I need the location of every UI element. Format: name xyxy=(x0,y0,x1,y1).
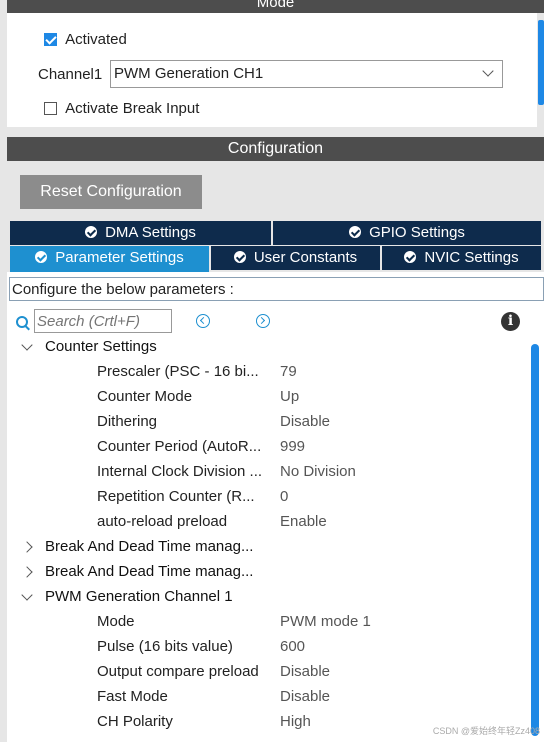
parameter-scrollbar[interactable] xyxy=(531,344,539,736)
param-value[interactable]: Disable xyxy=(280,409,330,434)
param-name: Repetition Counter (R... xyxy=(97,488,255,505)
break-input-label: Activate Break Input xyxy=(65,99,200,117)
check-circle-icon xyxy=(233,251,246,263)
tree-group-counter-settings[interactable]: Counter Settings xyxy=(7,334,527,359)
param-value[interactable]: 79 xyxy=(280,359,297,384)
table-row[interactable]: auto-reload preload Enable xyxy=(7,509,527,534)
check-circle-icon xyxy=(85,226,98,238)
tab-gpio-settings-label: GPIO Settings xyxy=(369,224,465,241)
table-row[interactable]: Fast Mode Disable xyxy=(7,684,527,709)
activated-label: Activated xyxy=(65,30,127,48)
configuration-header: Configuration xyxy=(7,137,544,161)
break-input-row[interactable]: Activate Break Input xyxy=(44,99,199,117)
parameter-tree: Counter Settings Prescaler (PSC - 16 bi.… xyxy=(7,334,527,742)
tab-nvic-settings-label: NVIC Settings xyxy=(424,249,519,266)
break-input-checkbox[interactable] xyxy=(44,101,57,115)
tab-dma-settings[interactable]: DMA Settings xyxy=(10,221,271,245)
tab-parameter-settings-label: Parameter Settings xyxy=(55,249,184,266)
configuration-title: Configuration xyxy=(227,140,324,157)
param-name: Internal Clock Division ... xyxy=(97,463,263,480)
activated-row[interactable]: Activated xyxy=(44,30,127,48)
mode-title: Mode xyxy=(256,0,295,11)
param-value[interactable]: Up xyxy=(280,384,299,409)
next-result-button[interactable] xyxy=(256,314,270,328)
table-row[interactable]: Counter Mode Up xyxy=(7,384,527,409)
tab-user-constants[interactable]: User Constants xyxy=(211,246,380,270)
reset-configuration-label: Reset Configuration xyxy=(40,183,182,200)
check-circle-icon xyxy=(349,226,362,238)
check-circle-icon xyxy=(35,251,48,263)
param-name: Dithering xyxy=(97,413,158,430)
tab-user-constants-label: User Constants xyxy=(253,249,358,266)
watermark: CSDN @爱始终年轻Zz408 xyxy=(432,726,540,736)
param-name: Mode xyxy=(97,613,135,630)
param-name: Output compare preload xyxy=(97,663,259,680)
info-icon[interactable]: i xyxy=(501,312,520,331)
configure-hint-box: Configure the below parameters : xyxy=(9,277,544,301)
check-circle-icon xyxy=(404,251,417,263)
param-name: Counter Period (AutoR... xyxy=(97,438,262,455)
tab-parameter-settings[interactable]: Parameter Settings xyxy=(10,246,209,272)
table-row[interactable]: Mode PWM mode 1 xyxy=(7,609,527,634)
mode-header: Mode xyxy=(7,0,544,13)
param-value[interactable]: PWM mode 1 xyxy=(280,609,371,634)
param-value[interactable]: Enable xyxy=(280,509,327,534)
param-name: Prescaler (PSC - 16 bi... xyxy=(97,363,259,380)
channel-select[interactable]: PWM Generation CH1 xyxy=(110,60,503,88)
table-row[interactable]: Pulse (16 bits value) 600 xyxy=(7,634,527,659)
param-value[interactable]: Disable xyxy=(280,684,330,709)
tab-gpio-settings[interactable]: GPIO Settings xyxy=(273,221,541,245)
chevron-right-icon[interactable] xyxy=(21,541,33,553)
activated-checkbox[interactable] xyxy=(44,32,57,46)
table-row[interactable]: Prescaler (PSC - 16 bi... 79 xyxy=(7,359,527,384)
table-row[interactable]: Output compare preload Disable xyxy=(7,659,527,684)
param-name: Counter Mode xyxy=(97,388,193,405)
param-value[interactable]: High xyxy=(280,709,311,734)
configure-hint: Configure the below parameters : xyxy=(12,281,234,298)
channel-label: Channel1 xyxy=(38,66,103,83)
reset-configuration-button[interactable]: Reset Configuration xyxy=(20,175,202,209)
param-value[interactable]: No Division xyxy=(280,459,356,484)
tree-group-label: Break And Dead Time manag... xyxy=(45,563,254,580)
search-input[interactable] xyxy=(34,309,172,333)
param-value[interactable]: 600 xyxy=(280,634,305,659)
param-value[interactable]: Disable xyxy=(280,659,330,684)
param-name: Pulse (16 bits value) xyxy=(97,638,233,655)
chevron-down-icon[interactable] xyxy=(21,339,33,351)
tree-group-pwm-channel-1[interactable]: PWM Generation Channel 1 xyxy=(7,584,527,609)
tree-group-break-dead-time-2[interactable]: Break And Dead Time manag... xyxy=(7,559,527,584)
tree-group-label: Counter Settings xyxy=(45,338,157,355)
tab-dma-settings-label: DMA Settings xyxy=(105,224,196,241)
parameter-panel: Configure the below parameters : i Count… xyxy=(7,272,544,742)
table-row[interactable]: Counter Period (AutoR... 999 xyxy=(7,434,527,459)
chevron-down-icon xyxy=(482,65,494,77)
tree-group-label: PWM Generation Channel 1 xyxy=(45,588,233,605)
tree-group-label: Break And Dead Time manag... xyxy=(45,538,254,555)
table-row[interactable]: Dithering Disable xyxy=(7,409,527,434)
tree-group-break-dead-time-1[interactable]: Break And Dead Time manag... xyxy=(7,534,527,559)
previous-result-button[interactable] xyxy=(196,314,210,328)
channel-select-value: PWM Generation CH1 xyxy=(114,65,264,82)
table-row[interactable]: Repetition Counter (R... 0 xyxy=(7,484,527,509)
param-name: CH Polarity xyxy=(97,713,173,730)
param-name: Fast Mode xyxy=(97,688,168,705)
chevron-right-icon[interactable] xyxy=(21,566,33,578)
mode-panel: Activated Channel1 PWM Generation CH1 Ac… xyxy=(7,13,537,127)
search-icon-handle xyxy=(25,325,30,331)
param-name: auto-reload preload xyxy=(97,513,228,530)
chevron-down-icon[interactable] xyxy=(21,589,33,601)
param-value[interactable]: 0 xyxy=(280,484,288,509)
param-value[interactable]: 999 xyxy=(280,434,305,459)
tab-nvic-settings[interactable]: NVIC Settings xyxy=(382,246,541,270)
mode-scrollbar[interactable] xyxy=(538,20,544,105)
table-row[interactable]: Internal Clock Division ... No Division xyxy=(7,459,527,484)
